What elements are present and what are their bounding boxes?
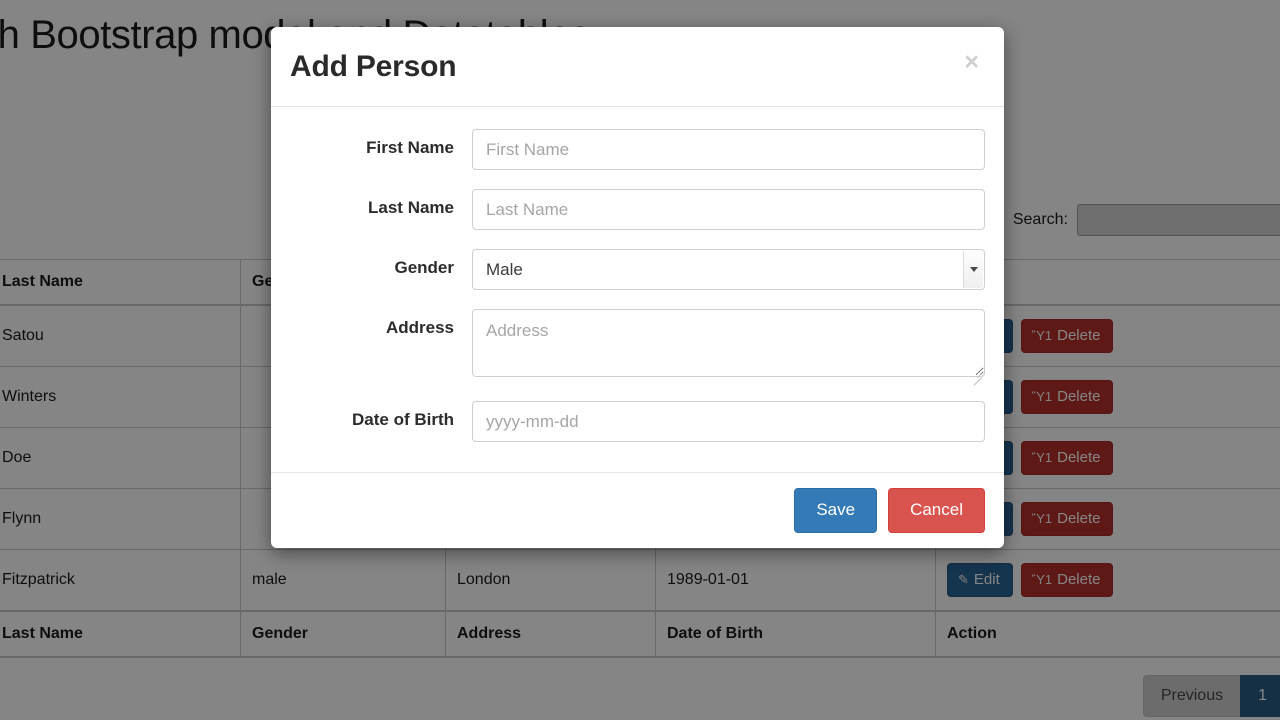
field-row-dob: Date of Birth bbox=[290, 401, 985, 442]
first-name-input[interactable] bbox=[472, 129, 985, 170]
dob-input[interactable] bbox=[472, 401, 985, 442]
address-textarea[interactable] bbox=[472, 309, 985, 377]
field-row-last-name: Last Name bbox=[290, 189, 985, 230]
dob-label: Date of Birth bbox=[352, 410, 454, 429]
gender-label: Gender bbox=[394, 258, 454, 277]
first-name-label: First Name bbox=[366, 138, 454, 157]
modal-header: Add Person × bbox=[271, 27, 1004, 107]
close-icon[interactable]: × bbox=[958, 48, 985, 77]
field-row-address: Address bbox=[290, 309, 985, 382]
last-name-label: Last Name bbox=[368, 198, 454, 217]
gender-select[interactable]: MaleFemale bbox=[472, 249, 985, 290]
modal-footer: Save Cancel bbox=[271, 472, 1004, 548]
address-label: Address bbox=[385, 318, 454, 337]
save-button[interactable]: Save bbox=[794, 488, 878, 533]
modal-title: Add Person bbox=[290, 49, 457, 83]
field-row-gender: Gender MaleFemale bbox=[290, 249, 985, 290]
last-name-input[interactable] bbox=[472, 189, 985, 230]
cancel-button[interactable]: Cancel bbox=[888, 488, 985, 533]
modal-body: First Name Last Name Gender MaleFemale A… bbox=[271, 107, 1004, 472]
field-row-first-name: First Name bbox=[290, 129, 985, 170]
add-person-modal: Add Person × First Name Last Name Gender… bbox=[271, 27, 1004, 548]
